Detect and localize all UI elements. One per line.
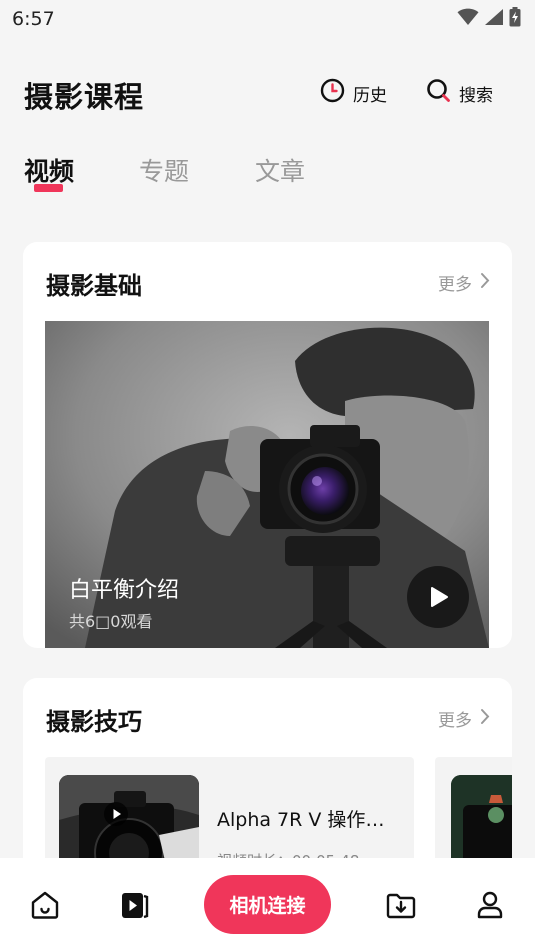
bottom-navigation: 相机连接: [0, 858, 535, 951]
video-title: Alpha 7R V 操作教学: [217, 809, 402, 831]
status-icons: [457, 7, 521, 31]
wifi-icon: [457, 8, 479, 30]
camera-connect-button[interactable]: 相机连接: [204, 875, 331, 934]
category-tabs: 视频 专题 文章: [0, 142, 535, 202]
download-folder-icon[interactable]: [384, 888, 418, 922]
chevron-right-icon: [480, 708, 490, 730]
history-label: 历史: [353, 85, 387, 106]
search-button[interactable]: 搜索: [426, 78, 493, 108]
battery-charging-icon: [509, 7, 521, 31]
play-icon: [431, 587, 448, 607]
section-basics: 摄影基础 更多 白平衡介绍 共6□0观看: [23, 242, 512, 648]
tab-topics[interactable]: 专题: [139, 152, 189, 188]
history-button[interactable]: 历史: [320, 78, 387, 108]
signal-icon: [484, 8, 504, 30]
search-label: 搜索: [459, 85, 493, 106]
clock-icon: [320, 78, 345, 108]
section-techniques: 摄影技巧 更多 Alpha 7R V 操作教学 视频时长：00:05:48: [23, 678, 512, 878]
play-button[interactable]: [407, 566, 469, 628]
featured-video[interactable]: 白平衡介绍 共6□0观看: [45, 321, 489, 648]
status-bar: 6:57: [0, 0, 535, 36]
section-title: 摄影技巧: [46, 708, 142, 736]
profile-icon[interactable]: [473, 888, 507, 922]
more-button[interactable]: 更多: [438, 270, 490, 295]
page-title: 摄影课程: [24, 80, 145, 114]
tab-video[interactable]: 视频: [24, 152, 74, 188]
header: 摄影课程 历史 搜索: [0, 62, 535, 122]
chevron-right-icon: [480, 272, 490, 294]
search-icon: [426, 78, 451, 108]
play-icon: [104, 802, 128, 826]
featured-views: 共6□0观看: [69, 612, 153, 631]
more-label: 更多: [438, 711, 472, 731]
section-title: 摄影基础: [46, 272, 142, 300]
more-button[interactable]: 更多: [438, 706, 490, 731]
featured-title: 白平衡介绍: [69, 578, 180, 603]
featured-caption: 白平衡介绍 共6□0观看: [69, 572, 179, 632]
video-course-icon[interactable]: [117, 888, 151, 922]
status-time: 6:57: [12, 8, 55, 30]
active-tab-indicator: [34, 184, 63, 192]
more-label: 更多: [438, 275, 472, 295]
tab-articles[interactable]: 文章: [255, 152, 305, 188]
home-icon[interactable]: [28, 888, 62, 922]
